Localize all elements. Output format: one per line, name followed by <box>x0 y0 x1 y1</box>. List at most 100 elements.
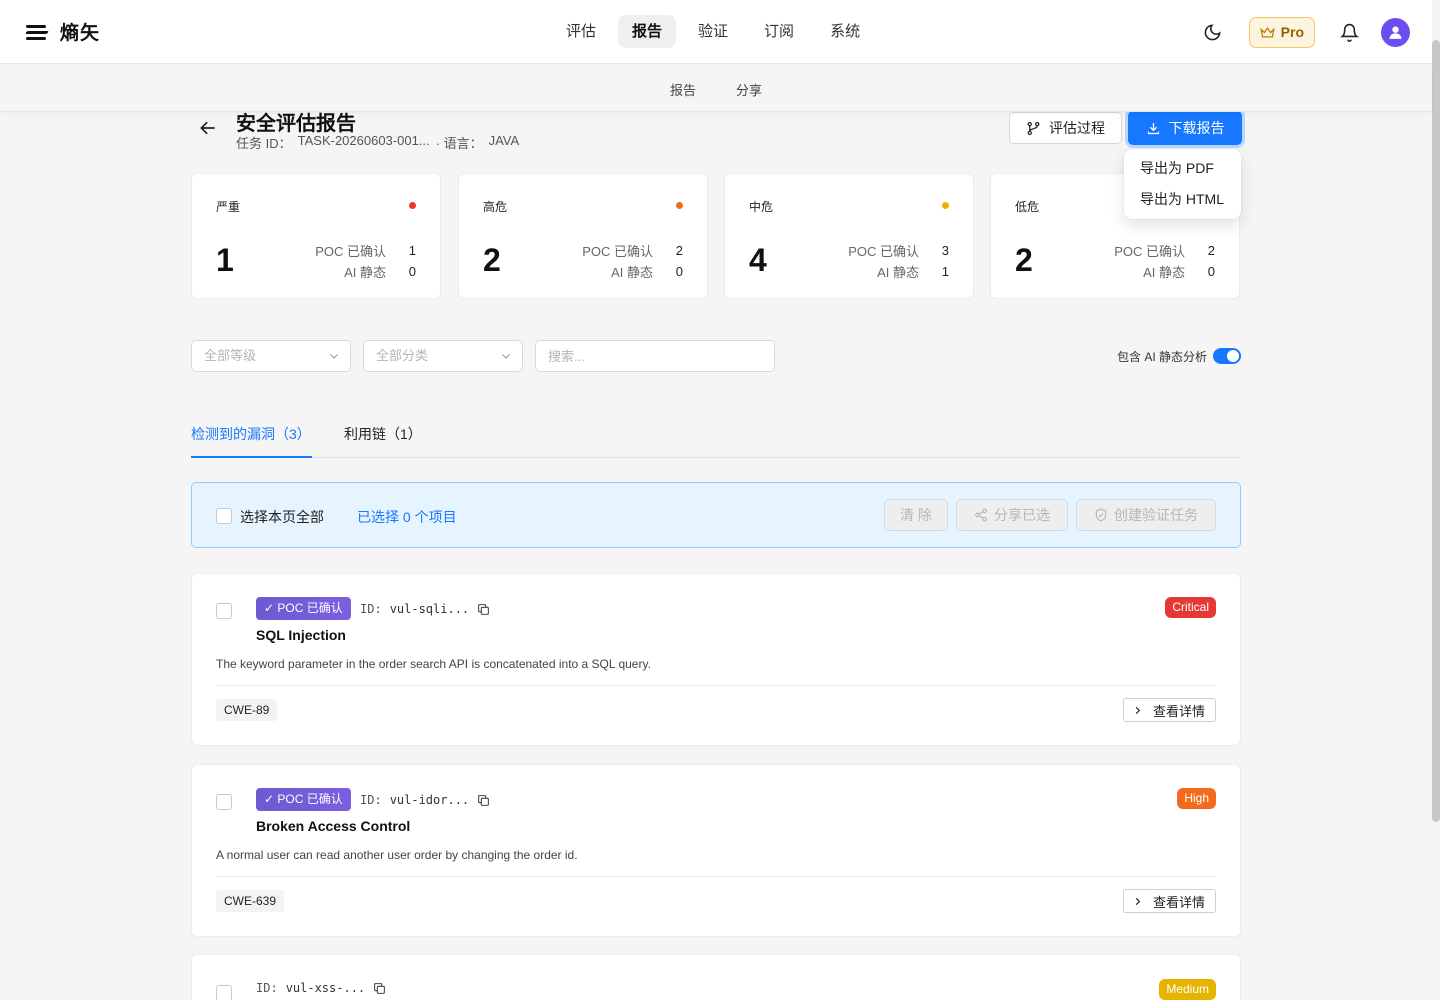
nav-item-assess[interactable]: 评估 <box>552 15 610 48</box>
ai-static-count: 0 <box>675 264 683 279</box>
chevron-right-icon <box>1135 706 1141 714</box>
task-id-label: 任务 ID： <box>236 136 292 151</box>
ai-static-count: 1 <box>941 264 949 279</box>
selected-count: 已选择 0 个项目 <box>357 509 457 525</box>
severity-filter-select[interactable]: 全部等级 <box>191 340 351 372</box>
download-menu: 导出为 PDF 导出为 HTML <box>1124 149 1241 219</box>
vuln-id: ID: vul-xss-... <box>256 981 386 995</box>
assessment-process-button[interactable]: 评估过程 <box>1009 112 1122 144</box>
vuln-description: The keyword parameter in the order searc… <box>216 657 651 671</box>
copy-icon[interactable] <box>373 982 386 995</box>
vuln-checkbox[interactable] <box>216 985 232 1000</box>
poc-confirmed-label: POC 已确认 <box>582 244 653 259</box>
severity-badge: Critical <box>1165 597 1216 618</box>
severity-badge: Medium <box>1159 979 1216 1000</box>
copy-icon[interactable] <box>477 794 490 807</box>
sub-nav-bar: 报告 分享 <box>0 64 1432 112</box>
task-id-value: TASK-20260603-001... <box>297 133 430 148</box>
select-all-label[interactable]: 选择本页全部 <box>240 507 324 527</box>
view-details-button[interactable]: 查看详情 <box>1122 698 1216 722</box>
chevron-down-icon <box>502 354 510 359</box>
stat-count: 2 <box>483 242 501 278</box>
poc-confirmed-count: 1 <box>408 243 416 258</box>
divider <box>216 685 1216 686</box>
user-avatar[interactable] <box>1381 17 1410 47</box>
stat-count: 4 <box>749 242 767 278</box>
copy-icon[interactable] <box>477 603 490 616</box>
crown-icon <box>1259 26 1275 37</box>
tab-vulnerabilities[interactable]: 检测到的漏洞（3） <box>191 424 312 458</box>
export-html-option[interactable]: 导出为 HTML <box>1124 184 1241 215</box>
ai-static-label: AI 静态 <box>344 265 386 280</box>
main-nav: 评估 报告 验证 订阅 系统 <box>552 15 874 48</box>
view-details-button[interactable]: 查看详情 <box>1122 889 1216 913</box>
pro-badge[interactable]: Pro <box>1248 16 1315 48</box>
chevron-right-icon <box>1135 897 1141 905</box>
vuln-checkbox[interactable] <box>216 794 232 810</box>
ai-static-label: AI 静态 <box>877 265 919 280</box>
poc-confirmed-badge: ✓ POC 已确认 <box>256 788 351 811</box>
vuln-id-value: vul-sqli... <box>389 602 470 616</box>
logo-icon <box>25 24 49 40</box>
share-selected-button[interactable]: 分享已选 <box>956 499 1068 531</box>
download-report-label: 下载报告 <box>1168 120 1225 136</box>
poc-confirmed-count: 2 <box>675 243 683 258</box>
category-filter-select[interactable]: 全部分类 <box>363 340 523 372</box>
vulnerability-card[interactable]: ID: vul-xss-... Medium <box>191 954 1241 1000</box>
app-name: 熵矢 <box>60 23 101 44</box>
download-report-button[interactable]: 下载报告 <box>1128 111 1242 145</box>
vuln-description: A normal user can read another user orde… <box>216 848 578 862</box>
poc-confirmed-label: POC 已确认 <box>1114 244 1185 259</box>
download-icon <box>1147 122 1159 134</box>
export-pdf-option[interactable]: 导出为 PDF <box>1124 153 1241 184</box>
severity-dot <box>942 202 949 209</box>
ai-static-count: 0 <box>408 264 416 279</box>
poc-confirmed-label: POC 已确认 <box>848 244 919 259</box>
cwe-tag: CWE-639 <box>216 890 285 912</box>
severity-dot <box>676 202 683 209</box>
nav-item-subscribe[interactable]: 订阅 <box>750 15 808 48</box>
back-arrow-icon[interactable] <box>198 118 218 138</box>
stat-label: 中危 <box>749 200 774 214</box>
ai-static-count: 0 <box>1207 264 1215 279</box>
share-icon <box>975 508 987 522</box>
cwe-tag: CWE-89 <box>216 699 278 721</box>
theme-toggle-moon-icon[interactable] <box>1197 16 1229 48</box>
scrollbar-track[interactable] <box>1432 0 1440 1000</box>
poc-confirmed-label: POC 已确认 <box>315 244 386 259</box>
poc-confirmed-badge: ✓ POC 已确认 <box>256 597 351 620</box>
nav-item-verify[interactable]: 验证 <box>684 15 742 48</box>
view-details-label: 查看详情 <box>1152 703 1205 719</box>
clear-label: 清 除 <box>900 507 932 523</box>
stat-label: 严重 <box>216 200 241 214</box>
vuln-title: SQL Injection <box>256 627 346 643</box>
ai-static-toggle[interactable] <box>1213 348 1241 364</box>
subnav-item-share[interactable]: 分享 <box>736 80 762 99</box>
vuln-id: ID: vul-sqli... <box>360 602 490 616</box>
vuln-checkbox[interactable] <box>216 603 232 619</box>
chevron-down-icon <box>330 354 338 359</box>
nav-item-system[interactable]: 系统 <box>816 15 874 48</box>
vulnerability-card[interactable]: ✓ POC 已确认 ID: vul-idor... High Broken Ac… <box>191 764 1241 937</box>
create-verify-task-label: 创建验证任务 <box>1114 507 1198 523</box>
select-all-checkbox[interactable] <box>216 508 232 524</box>
stat-count: 2 <box>1015 242 1033 278</box>
vuln-id-value: vul-idor... <box>389 793 470 807</box>
language-label: · 语言： <box>435 136 483 151</box>
subnav-item-report[interactable]: 报告 <box>670 80 696 99</box>
vuln-id-label: ID: <box>256 981 278 995</box>
assessment-process-label: 评估过程 <box>1049 120 1105 136</box>
search-input[interactable] <box>535 340 775 372</box>
nav-item-report[interactable]: 报告 <box>618 15 677 48</box>
brand[interactable]: 熵矢 <box>25 18 101 45</box>
vulnerability-card[interactable]: ✓ POC 已确认 ID: vul-sqli... Critical SQL I… <box>191 573 1241 746</box>
scrollbar-thumb[interactable] <box>1432 40 1440 822</box>
create-verify-task-button[interactable]: 创建验证任务 <box>1076 499 1216 531</box>
clear-button[interactable]: 清 除 <box>884 499 948 531</box>
top-nav-bar: 熵矢 评估 报告 验证 订阅 系统 Pro <box>0 0 1432 64</box>
tab-exploit-chains[interactable]: 利用链（1） <box>344 424 422 458</box>
notification-bell-icon[interactable] <box>1333 16 1365 48</box>
view-details-label: 查看详情 <box>1152 894 1205 910</box>
pro-label: Pro <box>1280 24 1304 40</box>
poc-confirmed-count: 3 <box>941 243 949 258</box>
